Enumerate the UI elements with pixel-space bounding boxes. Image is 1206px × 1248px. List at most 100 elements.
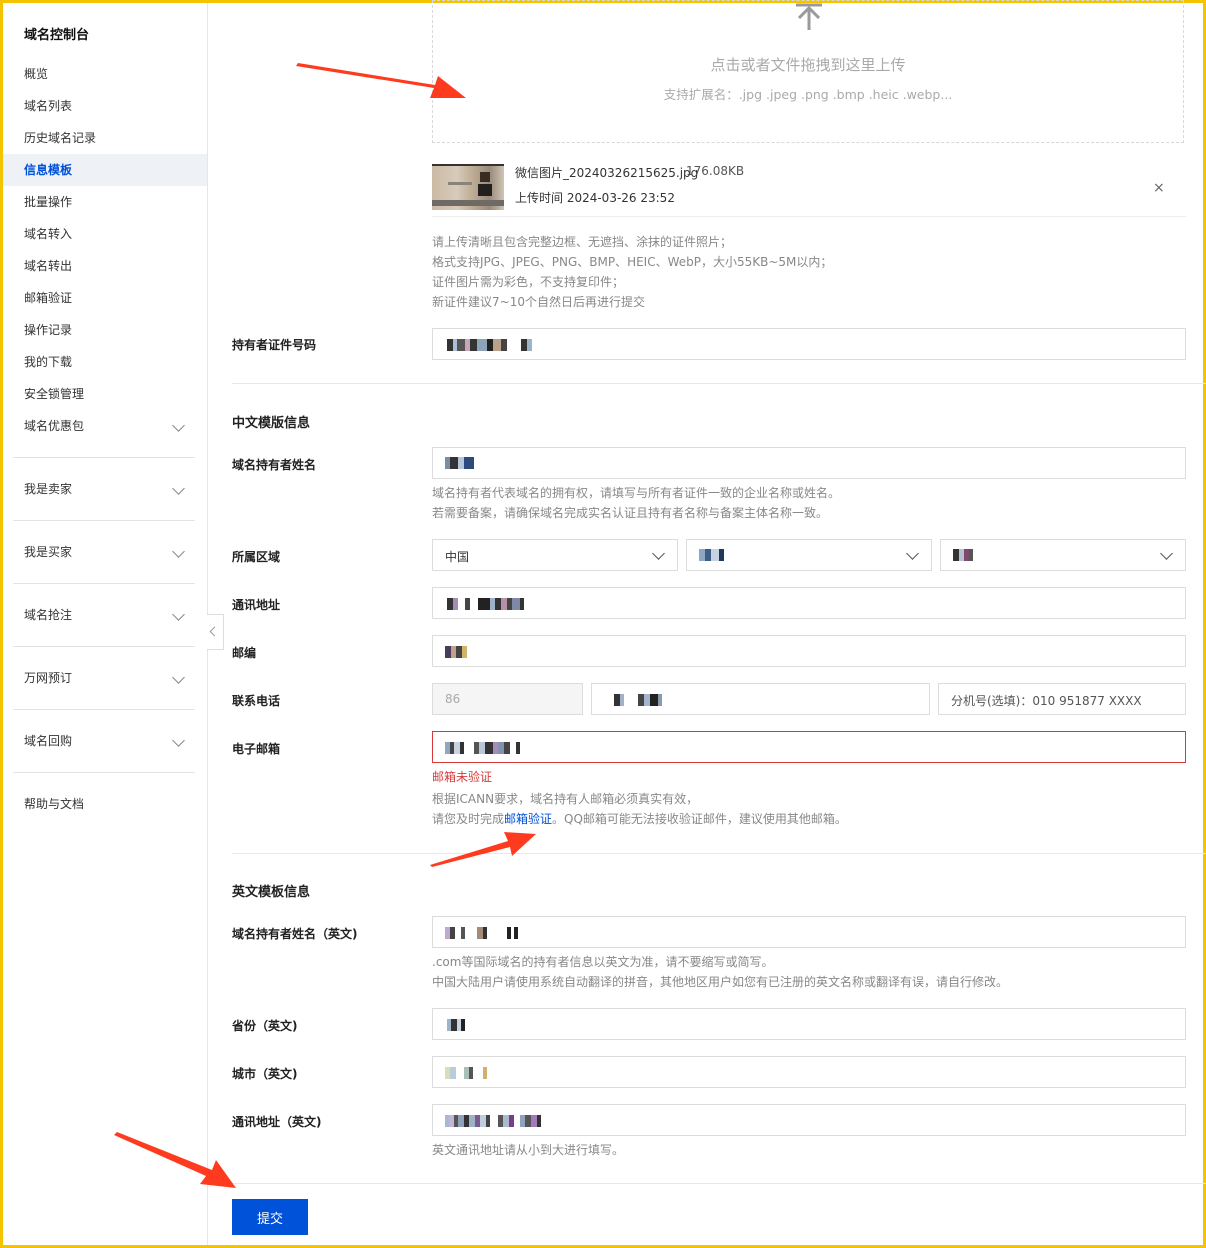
redacted-value	[953, 549, 973, 561]
en-holder-label: 域名持有者姓名（英文)	[232, 927, 358, 941]
phone-number-input[interactable]	[591, 683, 930, 715]
en-address-input[interactable]	[432, 1104, 1186, 1136]
chevron-down-icon	[172, 671, 185, 684]
sidebar-item-batch[interactable]: 批量操作	[3, 186, 207, 218]
divider	[232, 383, 1206, 384]
file-upload-time: 上传时间 2024-03-26 23:52	[515, 191, 675, 205]
upload-rule: 格式支持JPG、JPEG、PNG、BMP、HEIC、WebP，大小55KB~5M…	[432, 255, 833, 269]
upload-text: 点击或者文件拖拽到这里上传	[710, 56, 906, 74]
sidebar-item-overview[interactable]: 概览	[3, 58, 207, 90]
id-number-input[interactable]	[432, 328, 1186, 360]
chevron-down-icon	[172, 545, 185, 558]
chevron-down-icon	[172, 419, 185, 432]
email-input[interactable]	[432, 731, 1186, 763]
en-province-label: 省份（英文)	[232, 1019, 298, 1033]
sidebar-group-reserve[interactable]: 万网预订	[3, 658, 207, 698]
sidebar-item-info-template[interactable]: 信息模板	[3, 154, 207, 186]
divider	[13, 646, 195, 647]
redacted-value	[447, 339, 532, 351]
sidebar-item-transfer-out[interactable]: 域名转出	[3, 250, 207, 282]
divider	[432, 216, 1186, 217]
sidebar-group-label: 域名抢注	[24, 608, 73, 622]
sidebar-group-label: 我是买家	[24, 545, 73, 559]
en-holder-input[interactable]	[432, 916, 1186, 948]
redacted-value	[445, 457, 474, 469]
sidebar-item-email-verify[interactable]: 邮箱验证	[3, 282, 207, 314]
id-number-label: 持有者证件号码	[232, 338, 317, 352]
phone-label: 联系电话	[232, 694, 281, 708]
upload-rule: 请上传清晰且包含完整边框、无遮挡、涂抹的证件照片；	[432, 235, 733, 249]
region-province-select[interactable]	[686, 539, 932, 571]
sidebar-item-downloads[interactable]: 我的下载	[3, 346, 207, 378]
file-size: 176.08KB	[686, 164, 745, 178]
chevron-down-icon	[172, 734, 185, 747]
annotation-arrow-icon	[114, 1132, 236, 1188]
divider	[13, 772, 195, 773]
sidebar-collapse-button[interactable]	[207, 614, 224, 650]
phone-extension-input[interactable]: 分机号(选填)：010 951877 XXXX	[938, 683, 1186, 715]
sidebar-title: 域名控制台	[24, 28, 90, 43]
region-city-select[interactable]	[940, 539, 1186, 571]
sidebar-group-label: 域名优惠包	[24, 419, 85, 433]
divider	[13, 457, 195, 458]
sidebar-group-label: 我是卖家	[24, 482, 73, 496]
redacted-value	[445, 646, 467, 658]
phone-country-code: 86	[432, 683, 583, 715]
sidebar-item-domain-list[interactable]: 域名列表	[3, 90, 207, 122]
redacted-value	[445, 742, 520, 754]
sidebar-item-operation-log[interactable]: 操作记录	[3, 314, 207, 346]
sidebar-group-buyback[interactable]: 域名回购	[3, 721, 207, 761]
en-address-label: 通讯地址（英文)	[232, 1115, 322, 1129]
sidebar-item-transfer-in[interactable]: 域名转入	[3, 218, 207, 250]
en-city-input[interactable]	[432, 1056, 1186, 1088]
redacted-value	[614, 694, 662, 706]
sidebar-item-help[interactable]: 帮助与文档	[3, 788, 207, 820]
en-city-label: 城市（英文)	[232, 1067, 298, 1081]
file-name: 微信图片_20240326215625.jpg	[515, 166, 699, 180]
en-province-input[interactable]	[432, 1008, 1186, 1040]
sidebar-item-history[interactable]: 历史域名记录	[3, 122, 207, 154]
submit-button[interactable]: 提交	[232, 1199, 308, 1235]
divider	[232, 853, 1206, 854]
region-country-select[interactable]: 中国	[432, 539, 678, 571]
email-label: 电子邮箱	[232, 742, 281, 756]
cn-holder-input[interactable]	[432, 447, 1186, 479]
chevron-down-icon	[1160, 547, 1173, 560]
region-label: 所属区域	[232, 550, 281, 564]
sidebar-group-seller[interactable]: 我是卖家	[3, 469, 207, 509]
redacted-value	[445, 1067, 487, 1079]
divider	[13, 709, 195, 710]
upload-rule: 证件图片需为彩色，不支持复印件；	[432, 275, 625, 289]
email-error: 邮箱未验证	[432, 770, 493, 784]
cn-section-title: 中文模版信息	[232, 416, 311, 431]
upload-icon	[796, 3, 822, 30]
redacted-value	[445, 927, 518, 939]
sidebar-item-discount-pack[interactable]: 域名优惠包	[3, 406, 207, 446]
annotation-arrow-icon	[430, 832, 536, 867]
close-icon[interactable]: ×	[1153, 180, 1165, 196]
redacted-value	[699, 549, 724, 561]
annotation-arrow-icon	[296, 63, 466, 98]
divider	[13, 520, 195, 521]
extension-placeholder: 分机号(选填)：010 951877 XXXX	[951, 694, 1142, 708]
email-hint-text: 请您及时完成	[432, 812, 505, 826]
cn-holder-hint: 域名持有者代表域名的拥有权，请填写与所有者证件一致的企业名称或姓名。	[432, 486, 841, 500]
chevron-down-icon	[172, 608, 185, 621]
sidebar-group-snap[interactable]: 域名抢注	[3, 595, 207, 635]
sidebar-group-buyer[interactable]: 我是买家	[3, 532, 207, 572]
divider	[13, 583, 195, 584]
sidebar-group-label: 万网预订	[24, 671, 73, 685]
redacted-value	[447, 1019, 465, 1031]
redacted-value	[447, 598, 524, 610]
en-address-hint: 英文通讯地址请从小到大进行填写。	[432, 1143, 625, 1157]
postcode-input[interactable]	[432, 635, 1186, 667]
upload-hint: 支持扩展名：.jpg .jpeg .png .bmp .heic .webp..…	[663, 87, 953, 102]
sidebar-group-label: 域名回购	[24, 734, 73, 748]
region-country-value: 中国	[445, 550, 470, 564]
email-verify-link[interactable]: 邮箱验证	[504, 812, 552, 826]
divider	[232, 1183, 1206, 1184]
address-input[interactable]	[432, 587, 1186, 619]
chevron-down-icon	[172, 482, 185, 495]
file-thumbnail	[432, 164, 504, 210]
email-hint: 根据ICANN要求，域名持有人邮箱必须真实有效，	[432, 792, 699, 806]
